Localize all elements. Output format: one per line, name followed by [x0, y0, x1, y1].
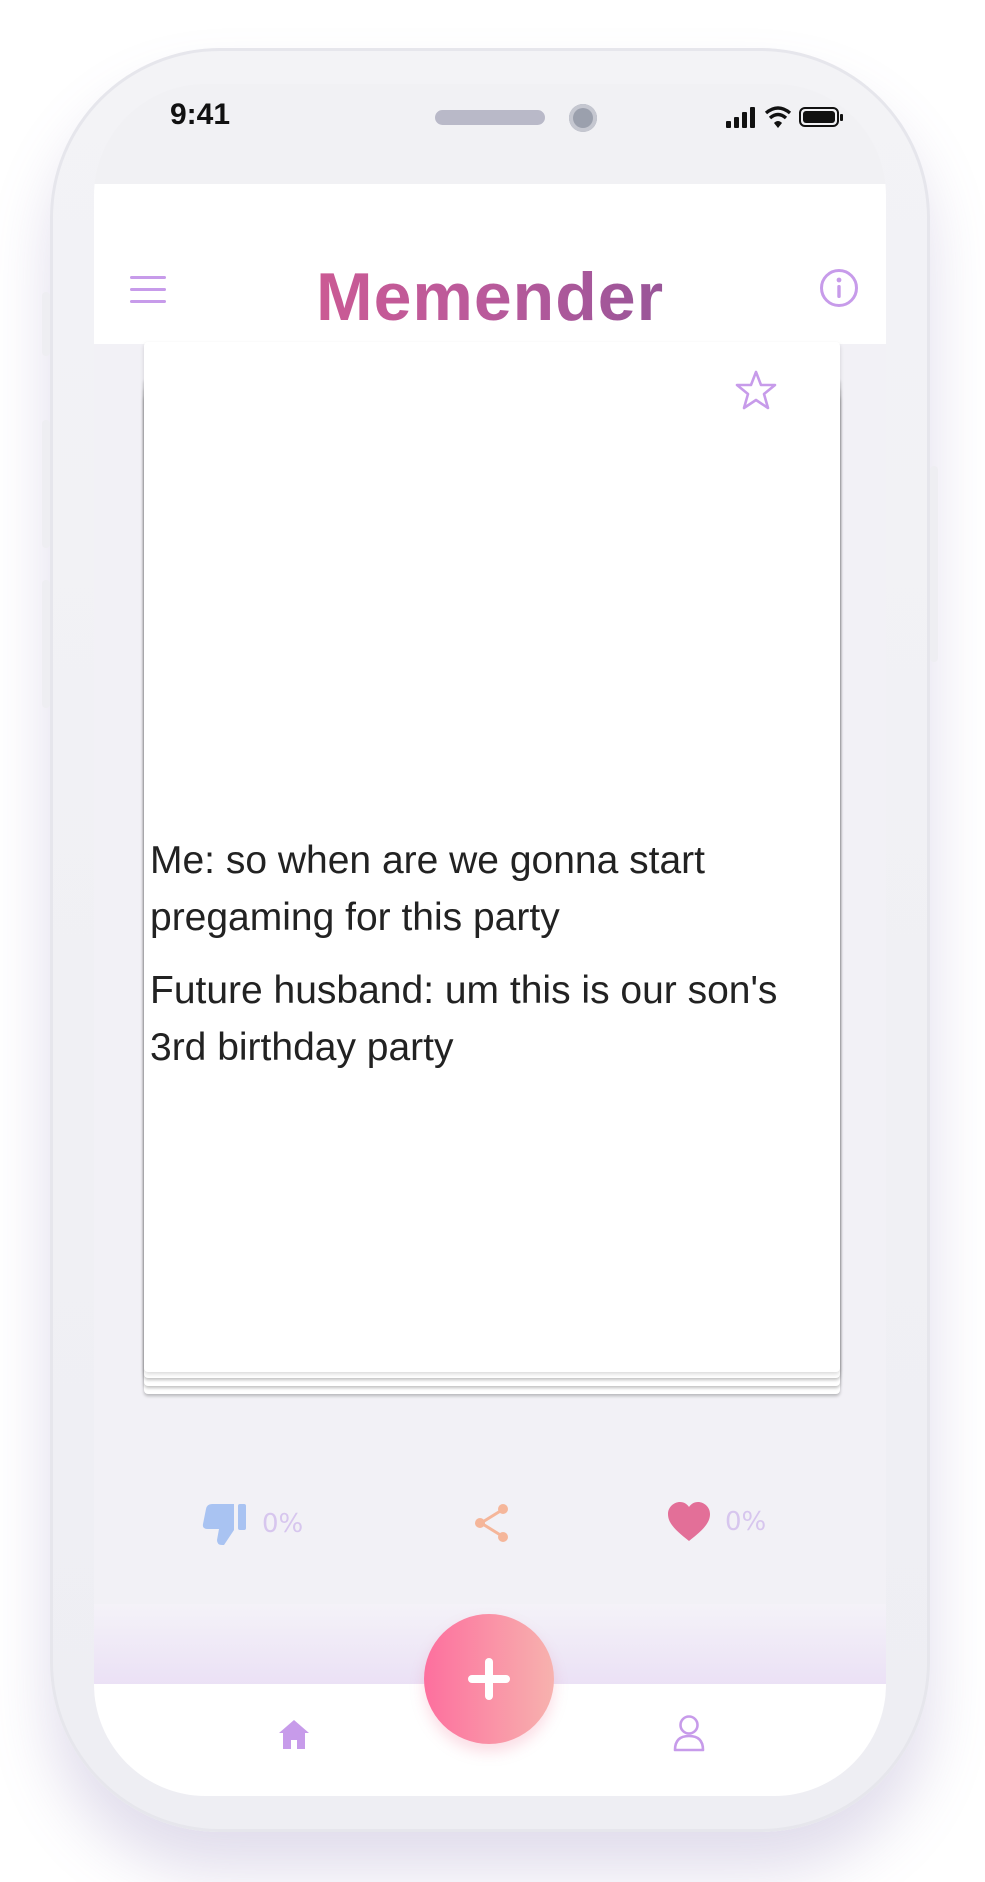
- phone-volume-down: [42, 580, 50, 708]
- user-icon[interactable]: [672, 1714, 706, 1752]
- star-icon[interactable]: [734, 368, 778, 412]
- share-button[interactable]: [472, 1502, 512, 1544]
- add-meme-button[interactable]: [424, 1614, 554, 1744]
- status-bar: 9:41: [94, 84, 886, 184]
- app-screen: 9:41 Memender Me: so when are we gonna s…: [94, 84, 886, 1796]
- phone-volume-up: [42, 420, 50, 548]
- app-title: Memender: [94, 258, 886, 336]
- card-actions: 0% 0%: [144, 1502, 840, 1562]
- plus-icon: [468, 1658, 510, 1700]
- speaker-grille: [435, 110, 545, 125]
- status-time: 9:41: [170, 98, 231, 131]
- phone-power-button: [930, 466, 938, 662]
- info-icon[interactable]: [819, 268, 859, 308]
- phone-mute-switch: [42, 292, 50, 356]
- app-header: Memender: [94, 184, 886, 344]
- front-camera: [569, 104, 597, 132]
- meme-line: Me: so when are we gonna start pregaming…: [150, 839, 705, 939]
- dislike-button[interactable]: 0%: [202, 1502, 303, 1546]
- meme-line: Future husband: um this is our son's 3rd…: [150, 969, 778, 1069]
- thumbs-down-icon: [202, 1504, 246, 1545]
- like-button[interactable]: 0%: [667, 1502, 766, 1542]
- status-icons: [726, 104, 846, 135]
- share-icon: [475, 1504, 508, 1542]
- dislike-percent: 0%: [262, 1509, 304, 1539]
- signal-wifi-battery-icons: [726, 106, 843, 128]
- heart-icon: [668, 1502, 710, 1541]
- like-percent: 0%: [725, 1507, 767, 1537]
- meme-card[interactable]: Me: so when are we gonna start pregaming…: [144, 342, 840, 1545]
- meme-text: Me: so when are we gonna start pregaming…: [150, 832, 840, 1092]
- meme-card-stack: Me: so when are we gonna start pregaming…: [144, 342, 840, 1545]
- home-icon[interactable]: [276, 1716, 312, 1752]
